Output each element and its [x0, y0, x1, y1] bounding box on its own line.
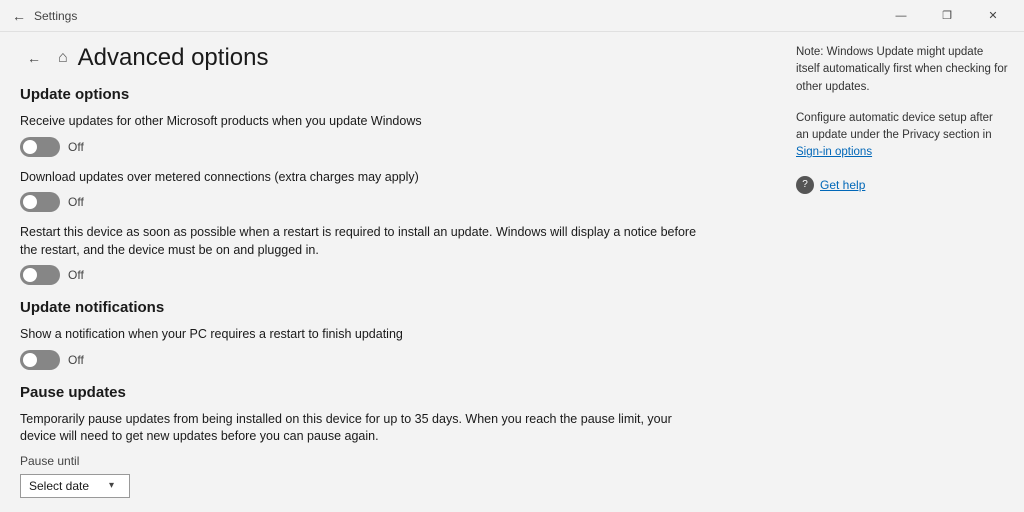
close-button[interactable]: ✕ [970, 0, 1016, 32]
get-help-link[interactable]: Get help [820, 176, 865, 194]
option1-label: Receive updates for other Microsoft prod… [20, 113, 700, 131]
option3-toggle[interactable] [20, 265, 60, 285]
notification-toggle-thumb [23, 353, 37, 367]
option3-toggle-thumb [23, 268, 37, 282]
minimize-button[interactable]: — [878, 0, 924, 32]
restore-button[interactable]: ❐ [924, 0, 970, 32]
back-button[interactable]: ← [20, 44, 48, 72]
page-title: Advanced options [78, 44, 269, 72]
left-panel: ← ⌂ Advanced options Update options Rece… [0, 32, 780, 512]
notification-toggle-label: Off [68, 353, 84, 367]
option2-toggle[interactable] [20, 192, 60, 212]
sign-in-options-link[interactable]: Sign-in options [796, 146, 872, 158]
right-note-2: Configure automatic device setup after a… [796, 110, 1008, 162]
right-note-1-text: Note: Windows Update might update itself… [796, 44, 1008, 96]
back-arrow-icon: ← [27, 50, 41, 66]
option1-toggle-thumb [23, 140, 37, 154]
option2-toggle-track [20, 192, 60, 212]
update-options-section: Update options Receive updates for other… [20, 86, 760, 285]
option1-toggle-label: Off [68, 140, 84, 154]
option1-toggle-row: Off [20, 137, 760, 157]
option2-toggle-label: Off [68, 195, 84, 209]
right-panel: Note: Windows Update might update itself… [780, 32, 1024, 512]
home-icon: ⌂ [58, 49, 68, 67]
nav-header: ← ⌂ Advanced options [20, 44, 760, 72]
notification-option-label: Show a notification when your PC require… [20, 326, 700, 344]
app-title: Settings [34, 9, 77, 23]
update-notifications-title: Update notifications [20, 299, 760, 316]
pause-updates-description: Temporarily pause updates from being ins… [20, 411, 700, 446]
option3-label: Restart this device as soon as possible … [20, 224, 700, 259]
get-help-row: ? Get help [796, 176, 1008, 194]
option2-toggle-thumb [23, 195, 37, 209]
update-notifications-section: Update notifications Show a notification… [20, 299, 760, 370]
select-date-dropdown[interactable]: Select date ▾ [20, 474, 130, 498]
option3-toggle-label: Off [68, 268, 84, 282]
option1-toggle-track [20, 137, 60, 157]
option3-toggle-row: Off [20, 265, 760, 285]
title-bar-left: ← Settings [12, 8, 77, 24]
notification-toggle-track [20, 350, 60, 370]
help-icon: ? [796, 176, 814, 194]
select-date-text: Select date [29, 479, 89, 493]
notification-toggle-row: Off [20, 350, 760, 370]
notification-toggle[interactable] [20, 350, 60, 370]
option2-label: Download updates over metered connection… [20, 169, 700, 187]
option3-toggle-track [20, 265, 60, 285]
content-area: ← ⌂ Advanced options Update options Rece… [0, 32, 1024, 512]
pause-updates-section: Pause updates Temporarily pause updates … [20, 384, 760, 512]
back-nav-icon[interactable]: ← [12, 8, 26, 24]
option1-toggle[interactable] [20, 137, 60, 157]
title-bar-controls: — ❐ ✕ [878, 0, 1016, 32]
chevron-down-icon: ▾ [109, 480, 114, 491]
right-note-1: Note: Windows Update might update itself… [796, 44, 1008, 96]
right-note-2-text: Configure automatic device setup after a… [796, 110, 1008, 162]
option2-toggle-row: Off [20, 192, 760, 212]
title-bar: ← Settings — ❐ ✕ [0, 0, 1024, 32]
pause-until-label: Pause until [20, 454, 760, 468]
update-options-title: Update options [20, 86, 760, 103]
pause-updates-title: Pause updates [20, 384, 760, 401]
